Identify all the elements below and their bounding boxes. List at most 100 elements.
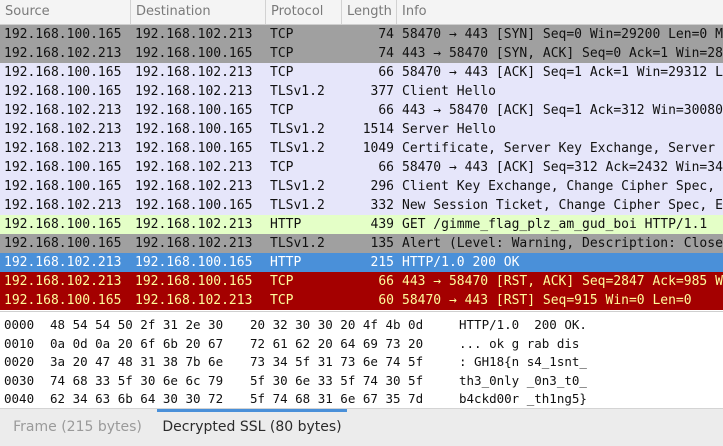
packet-destination: 192.168.102.213 <box>135 27 253 42</box>
packet-source: 192.168.102.213 <box>4 141 122 156</box>
hex-bytes-first-half: 74 68 33 5f 30 6e 6c 79 <box>50 372 224 388</box>
active-tab-indicator <box>157 409 347 412</box>
packet-info: 58470 → 443 [ACK] Seq=312 Ack=2432 Win=3… <box>402 160 723 175</box>
hex-ascii: b4ckd00r _th1ng5} <box>459 391 587 406</box>
packet-destination: 192.168.102.213 <box>135 65 253 80</box>
tab-frame[interactable]: Frame (215 bytes) <box>0 409 155 446</box>
pane-divider[interactable] <box>0 311 723 312</box>
hex-bytes-first-half: 0a 0d 0a 20 6f 6b 20 67 <box>50 335 224 351</box>
hex-row[interactable]: 0020 3a 20 47 48 31 38 7b 6e 73 34 5f 31 7… <box>0 353 723 371</box>
hex-bytes-second-half: 5f 74 68 31 6e 67 35 7d <box>250 391 424 406</box>
packet-protocol: HTTP <box>270 217 302 232</box>
packet-destination: 192.168.102.213 <box>135 293 253 308</box>
column-header-info[interactable]: Info <box>397 0 723 24</box>
packet-destination: 192.168.102.213 <box>135 160 253 175</box>
packet-protocol: TCP <box>270 160 294 175</box>
packet-length: 215 <box>370 255 394 270</box>
hex-row[interactable]: 0030 74 68 33 5f 30 6e 6c 79 5f 30 6e 33 5… <box>0 372 723 390</box>
hex-row[interactable]: 0040 62 34 63 6b 64 30 30 72 5f 74 68 31 6… <box>0 390 723 408</box>
packet-protocol: TLSv1.2 <box>270 84 325 99</box>
column-header-length[interactable]: Length <box>342 0 397 24</box>
packet-destination: 192.168.100.165 <box>135 46 253 61</box>
packet-info: 58470 → 443 [ACK] Seq=1 Ack=1 Win=29312 … <box>402 65 723 80</box>
packet-info: Alert (Level: Warning, Description: Clos… <box>402 236 723 251</box>
hex-bytes-first-half: 48 54 54 50 2f 31 2e 30 <box>50 317 224 332</box>
column-header-source[interactable]: Source <box>0 0 131 24</box>
packet-row[interactable]: 192.168.100.165 192.168.102.213 TCP 66 58470… <box>0 158 723 177</box>
packet-protocol: TLSv1.2 <box>270 236 325 251</box>
hex-ascii: ... ok g rab dis <box>459 335 580 351</box>
packet-length: 296 <box>370 179 394 194</box>
packet-info: 443 → 58470 [SYN, ACK] Seq=0 Ack=1 Win=2… <box>402 46 723 61</box>
packet-source: 192.168.100.165 <box>4 217 122 232</box>
packet-row[interactable]: 192.168.102.213 192.168.100.165 TLSv1.2 332… <box>0 196 723 215</box>
packet-protocol: TLSv1.2 <box>270 179 325 194</box>
packet-length: 1514 <box>362 122 394 137</box>
packet-source: 192.168.100.165 <box>4 27 122 42</box>
packet-source: 192.168.102.213 <box>4 103 122 118</box>
packet-row[interactable]: 192.168.102.213 192.168.100.165 HTTP 215 HTT… <box>0 253 723 272</box>
packet-info: 58470 → 443 [SYN] Seq=0 Win=29200 Len=0 … <box>402 27 723 42</box>
packet-info: Client Key Exchange, Change Cipher Spec,… <box>402 179 723 194</box>
packet-row[interactable]: 192.168.100.165 192.168.102.213 TCP 74 58470… <box>0 25 723 44</box>
packet-protocol: TLSv1.2 <box>270 198 325 213</box>
hex-offset: 0020 <box>4 354 35 369</box>
packet-row[interactable]: 192.168.100.165 192.168.102.213 TLSv1.2 135… <box>0 234 723 253</box>
tab-decrypted-ssl[interactable]: Decrypted SSL (80 bytes) <box>157 409 347 446</box>
packet-row[interactable]: 192.168.102.213 192.168.100.165 TCP 74 443 →… <box>0 44 723 63</box>
packet-length: 74 <box>378 27 394 42</box>
packet-info: GET /gimme_flag_plz_am_gud_boi HTTP/1.1 <box>402 217 708 232</box>
hex-bytes-first-half: 3a 20 47 48 31 38 7b 6e <box>50 354 224 369</box>
packet-protocol: TLSv1.2 <box>270 141 325 156</box>
packet-source: 192.168.100.165 <box>4 160 122 175</box>
packet-row[interactable]: 192.168.100.165 192.168.102.213 TCP 60 58470… <box>0 291 723 310</box>
packet-row[interactable]: 192.168.102.213 192.168.100.165 TCP 66 443 →… <box>0 101 723 120</box>
packet-protocol: TLSv1.2 <box>270 122 325 137</box>
packet-row[interactable]: 192.168.100.165 192.168.102.213 TCP 66 58470… <box>0 63 723 82</box>
hex-dump-pane: 0000 48 54 54 50 2f 31 2e 30 20 32 30 30 2… <box>0 316 723 408</box>
hex-row[interactable]: 0000 48 54 54 50 2f 31 2e 30 20 32 30 30 2… <box>0 316 723 334</box>
packet-info: 58470 → 443 [RST] Seq=915 Win=0 Len=0 <box>402 293 692 308</box>
packet-row[interactable]: 192.168.100.165 192.168.102.213 TLSv1.2 377… <box>0 82 723 101</box>
packet-protocol: TCP <box>270 274 294 289</box>
packet-length: 66 <box>378 160 394 175</box>
packet-info: 443 → 58470 [ACK] Seq=1 Ack=312 Win=3008… <box>402 103 723 118</box>
hex-offset: 0030 <box>4 372 35 388</box>
packet-length: 74 <box>378 46 394 61</box>
packet-destination: 192.168.102.213 <box>135 236 253 251</box>
packet-protocol: TCP <box>270 46 294 61</box>
packet-row[interactable]: 192.168.102.213 192.168.100.165 TLSv1.2 151… <box>0 120 723 139</box>
packet-destination: 192.168.100.165 <box>135 274 253 289</box>
packet-row[interactable]: 192.168.102.213 192.168.100.165 TLSv1.2 104… <box>0 139 723 158</box>
packet-length: 332 <box>370 198 394 213</box>
packet-row[interactable]: 192.168.100.165 192.168.102.213 HTTP 439 GET… <box>0 215 723 234</box>
byte-view-tabs: Frame (215 bytes) Decrypted SSL (80 byte… <box>0 408 723 446</box>
tab-decrypted-ssl-label: Decrypted SSL (80 bytes) <box>162 419 342 435</box>
column-header-destination[interactable]: Destination <box>131 0 266 24</box>
packet-destination: 192.168.100.165 <box>135 141 253 156</box>
packet-length: 66 <box>378 103 394 118</box>
packet-protocol: TCP <box>270 65 294 80</box>
packet-destination: 192.168.100.165 <box>135 198 253 213</box>
packet-source: 192.168.102.213 <box>4 198 122 213</box>
packet-destination: 192.168.100.165 <box>135 103 253 118</box>
hex-row[interactable]: 0010 0a 0d 0a 20 6f 6b 20 67 72 61 62 20 6… <box>0 335 723 353</box>
hex-bytes-second-half: 5f 30 6e 33 5f 74 30 5f <box>250 372 424 388</box>
packet-destination: 192.168.100.165 <box>135 255 253 270</box>
packet-protocol: TCP <box>270 27 294 42</box>
packet-row[interactable]: 192.168.102.213 192.168.100.165 TCP 66 443 →… <box>0 272 723 291</box>
packet-source: 192.168.100.165 <box>4 293 122 308</box>
packet-info: HTTP/1.0 200 OK <box>402 255 520 270</box>
packet-length: 60 <box>378 293 394 308</box>
packet-length: 66 <box>378 274 394 289</box>
hex-ascii: th3_0nly _0n3_t0_ <box>459 372 587 388</box>
packet-protocol: HTTP <box>270 255 302 270</box>
packet-row[interactable]: 192.168.100.165 192.168.102.213 TLSv1.2 296… <box>0 177 723 196</box>
column-header-protocol[interactable]: Protocol <box>266 0 342 24</box>
packet-destination: 192.168.102.213 <box>135 217 253 232</box>
packet-destination: 192.168.102.213 <box>135 84 253 99</box>
packet-destination: 192.168.102.213 <box>135 179 253 194</box>
hex-ascii: : GH18{n s4_1snt_ <box>459 354 587 369</box>
hex-offset: 0000 <box>4 317 35 332</box>
packet-length: 377 <box>370 84 394 99</box>
